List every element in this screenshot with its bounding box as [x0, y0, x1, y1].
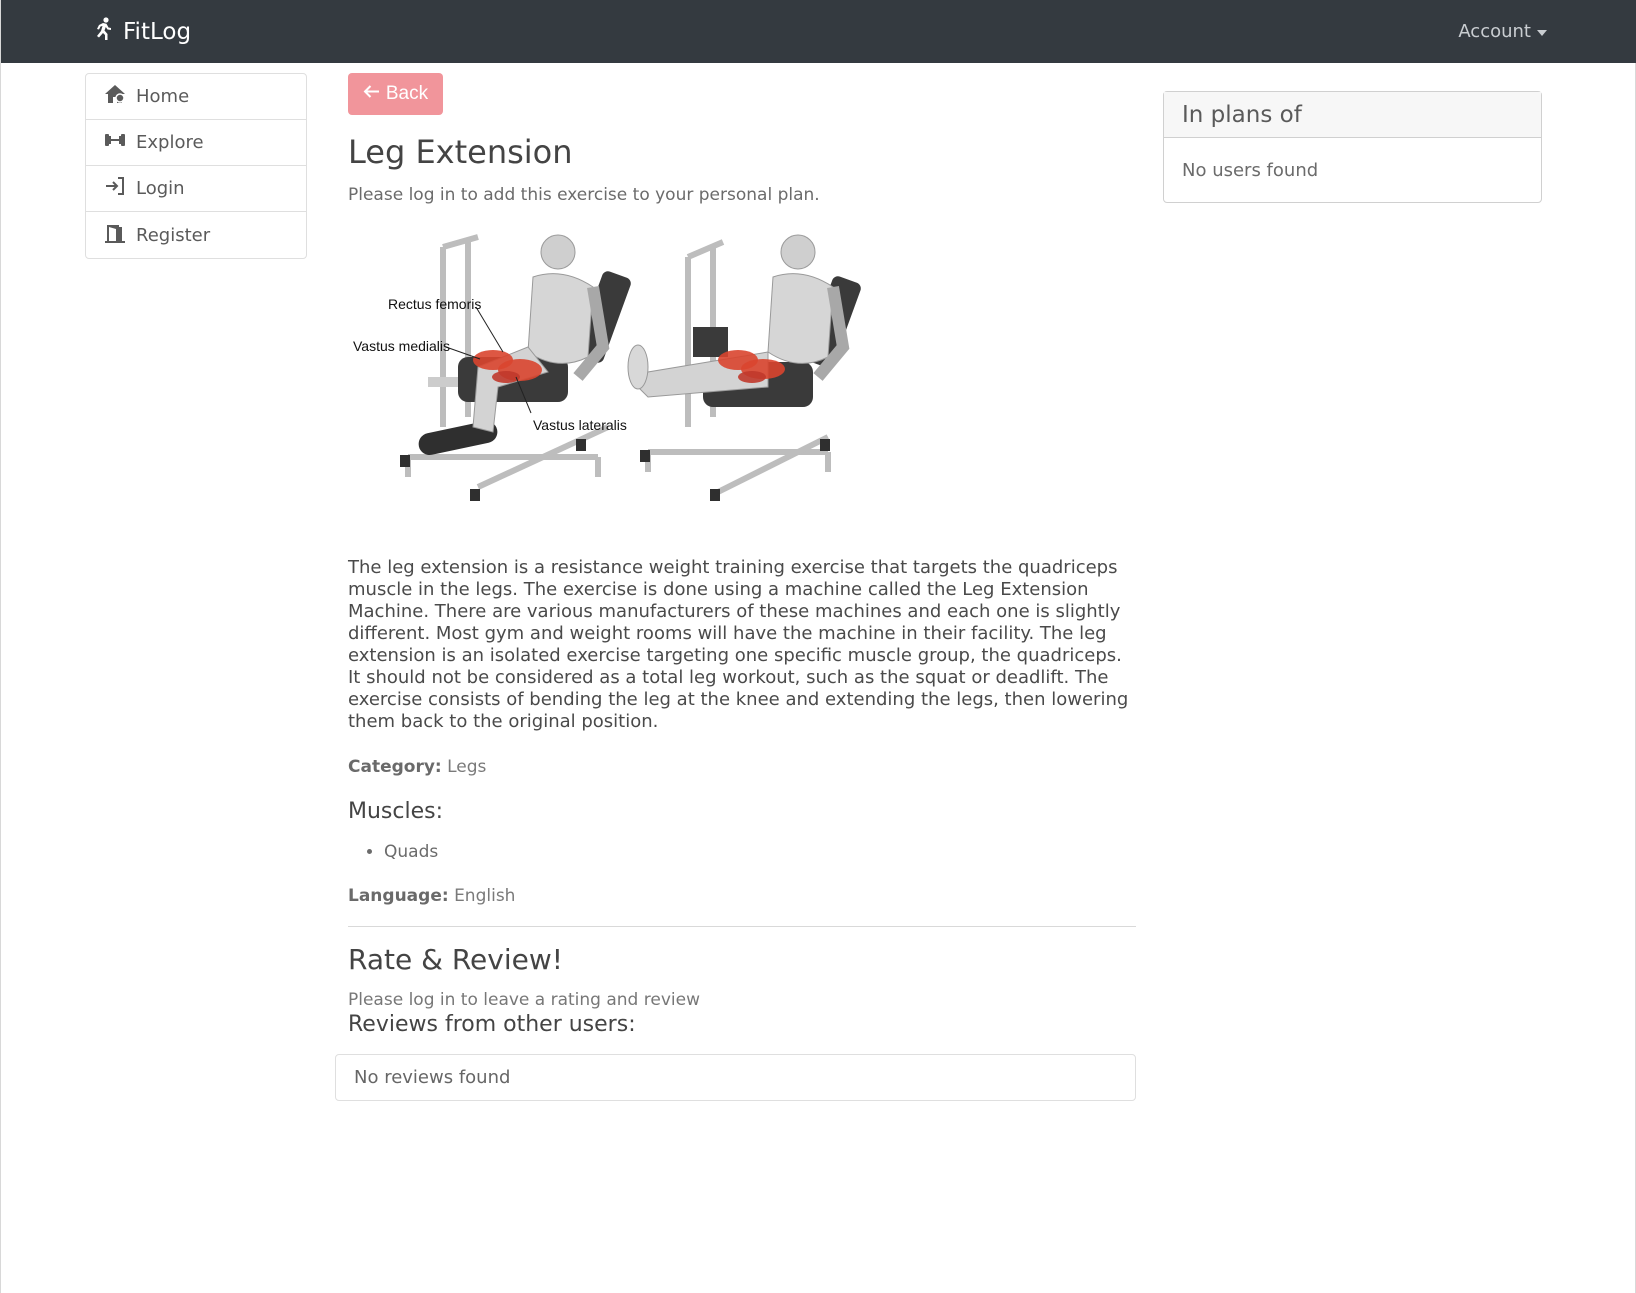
sidebar-item-label: Register — [136, 224, 211, 246]
dumbbell-icon — [104, 130, 126, 155]
sidebar-item-explore[interactable]: Explore — [86, 120, 306, 166]
door-icon — [104, 223, 126, 248]
plans-card: In plans of No users found — [1163, 91, 1542, 203]
exercise-detail: Back Leg Extension Please log in to add … — [348, 73, 1136, 1037]
leg-extension-diagram: Rectus femoris Vastus medialis Vastus la… — [353, 234, 861, 501]
reviews-empty-text: No reviews found — [354, 1067, 511, 1088]
brand-name: FitLog — [123, 18, 192, 45]
category-value: Legs — [447, 757, 487, 777]
reviews-heading: Reviews from other users: — [348, 1012, 636, 1037]
label-vastus-lateralis: Vastus lateralis — [533, 417, 627, 433]
sidebar-item-register[interactable]: Register — [86, 212, 306, 258]
back-button[interactable]: Back — [348, 73, 443, 115]
caret-down-icon — [1537, 29, 1547, 36]
language-line: Language: English — [348, 886, 1136, 906]
figure-left — [472, 234, 610, 433]
plans-empty-text: No users found — [1182, 159, 1319, 181]
home-icon — [104, 84, 126, 109]
label-rectus-femoris: Rectus femoris — [388, 296, 481, 312]
login-note: Please log in to add this exercise to yo… — [348, 185, 820, 205]
category-line: Category: Legs — [348, 757, 1136, 777]
sidebar-item-home[interactable]: Home — [86, 74, 306, 120]
account-label: Account — [1458, 21, 1531, 42]
list-item: Quads — [384, 842, 1136, 862]
running-person-icon — [93, 16, 115, 47]
sidebar-item-login[interactable]: Login — [86, 166, 306, 212]
label-vastus-medialis: Vastus medialis — [353, 338, 450, 354]
top-navbar: FitLog Account — [1, 0, 1636, 63]
muscles-heading: Muscles: — [348, 799, 444, 824]
rate-review-heading: Rate & Review! — [348, 943, 563, 976]
rate-login-note: Please log in to leave a rating and revi… — [348, 990, 700, 1010]
login-icon — [104, 176, 126, 201]
divider — [348, 926, 1136, 927]
sidebar-item-label: Login — [136, 178, 185, 199]
sidebar-item-label: Explore — [136, 132, 204, 153]
muscles-list: Quads — [348, 842, 1136, 862]
language-value: English — [454, 886, 516, 906]
sidebar-nav: Home Explore Login Register — [85, 73, 307, 259]
reviews-list: No reviews found — [335, 1054, 1136, 1101]
category-label: Category: — [348, 757, 442, 777]
arrow-left-icon — [363, 83, 380, 105]
language-label: Language: — [348, 886, 449, 906]
plans-card-header: In plans of — [1164, 92, 1541, 138]
sidebar-item-label: Home — [136, 86, 190, 107]
exercise-description: The leg extension is a resistance weight… — [348, 557, 1129, 732]
account-dropdown[interactable]: Account — [1458, 0, 1547, 63]
back-label: Back — [385, 83, 429, 104]
exercise-illustration: Rectus femoris Vastus medialis Vastus la… — [348, 227, 878, 517]
page-title: Leg Extension — [348, 133, 573, 171]
brand-link[interactable]: FitLog — [93, 0, 191, 63]
